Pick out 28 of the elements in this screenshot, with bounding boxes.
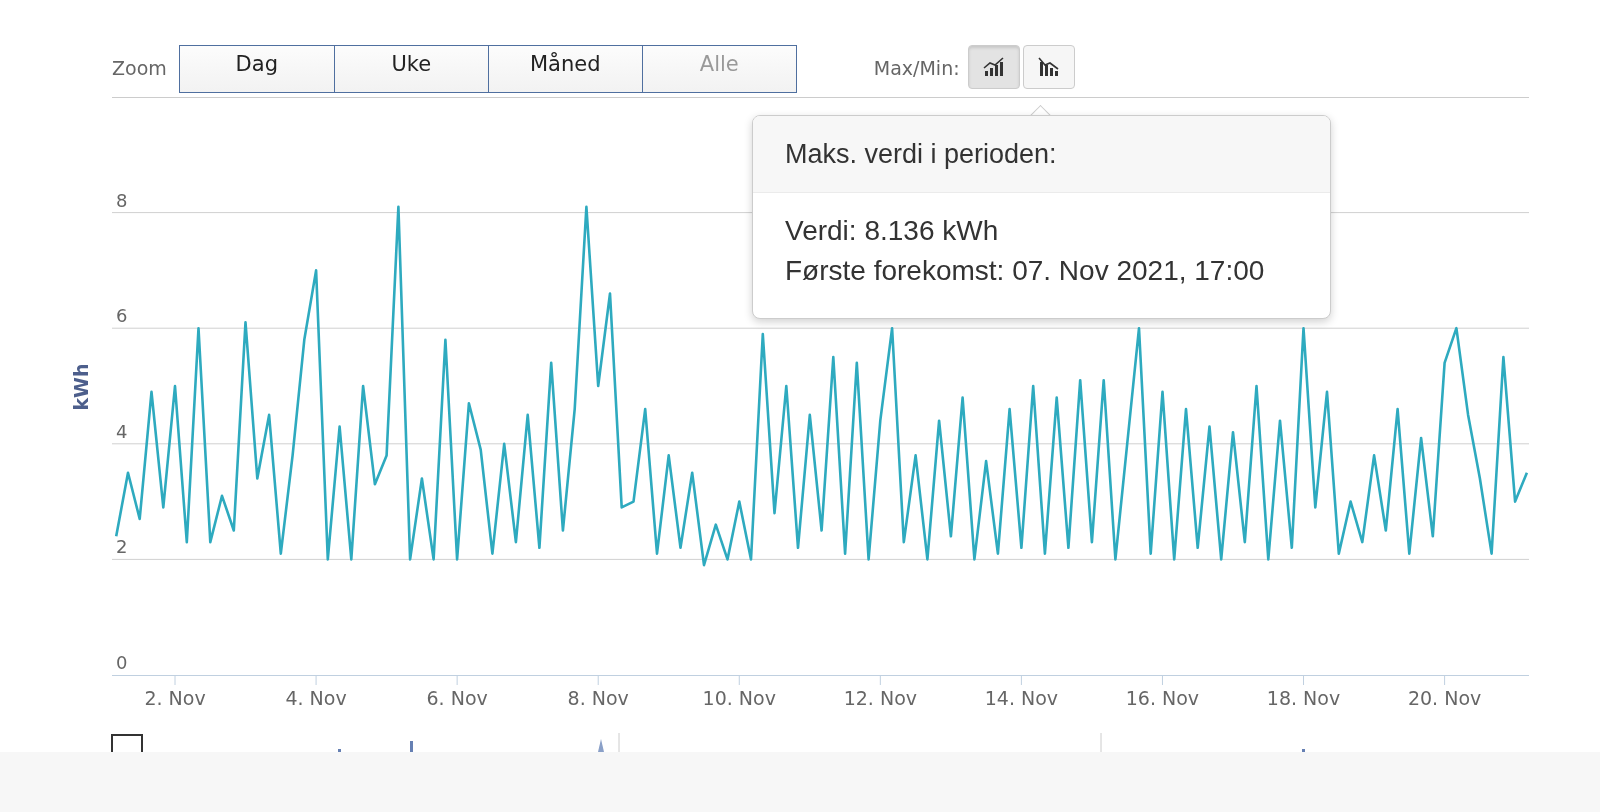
tick-label: 6. Nov (426, 687, 488, 709)
chart-down-icon (1037, 57, 1060, 77)
tooltip-title: Maks. verdi i perioden: (785, 138, 1057, 170)
tick-label: 2. Nov (144, 687, 206, 709)
zoom-button[interactable]: Uke (333, 46, 488, 92)
tick-label: 4. Nov (285, 687, 347, 709)
tick-label: 10. Nov (702, 687, 776, 709)
chart-up-icon (982, 57, 1005, 77)
tick-label: 6 (116, 305, 128, 327)
zoom-button[interactable]: Dag (179, 46, 334, 92)
tick-label: 16. Nov (1125, 687, 1200, 709)
show-max-button[interactable] (967, 45, 1020, 89)
tick-label: 20. Nov (1407, 687, 1482, 709)
axis-title: kWh (70, 363, 92, 411)
tooltip-text: Første forekomst: 07. Nov 2021, 17:00 (785, 255, 1266, 287)
zoom-button[interactable]: Måned (487, 46, 642, 92)
tooltip-text: Verdi: 8.136 kWh (785, 215, 1000, 247)
tick-label: 8. Nov (567, 687, 629, 709)
tick-label: 12. Nov (843, 687, 917, 709)
tick-label: 14. Nov (984, 687, 1059, 709)
tick-label: 18. Nov (1266, 687, 1341, 709)
max-min-label: Max/Min: (873, 57, 960, 79)
zoom-label: Zoom (112, 57, 167, 79)
tick-label: 2 (116, 536, 128, 558)
tick-label: 0 (116, 652, 128, 673)
tick-label: 8 (116, 189, 128, 211)
tick-label: 4 (116, 420, 128, 442)
show-min-button[interactable] (1022, 45, 1075, 89)
